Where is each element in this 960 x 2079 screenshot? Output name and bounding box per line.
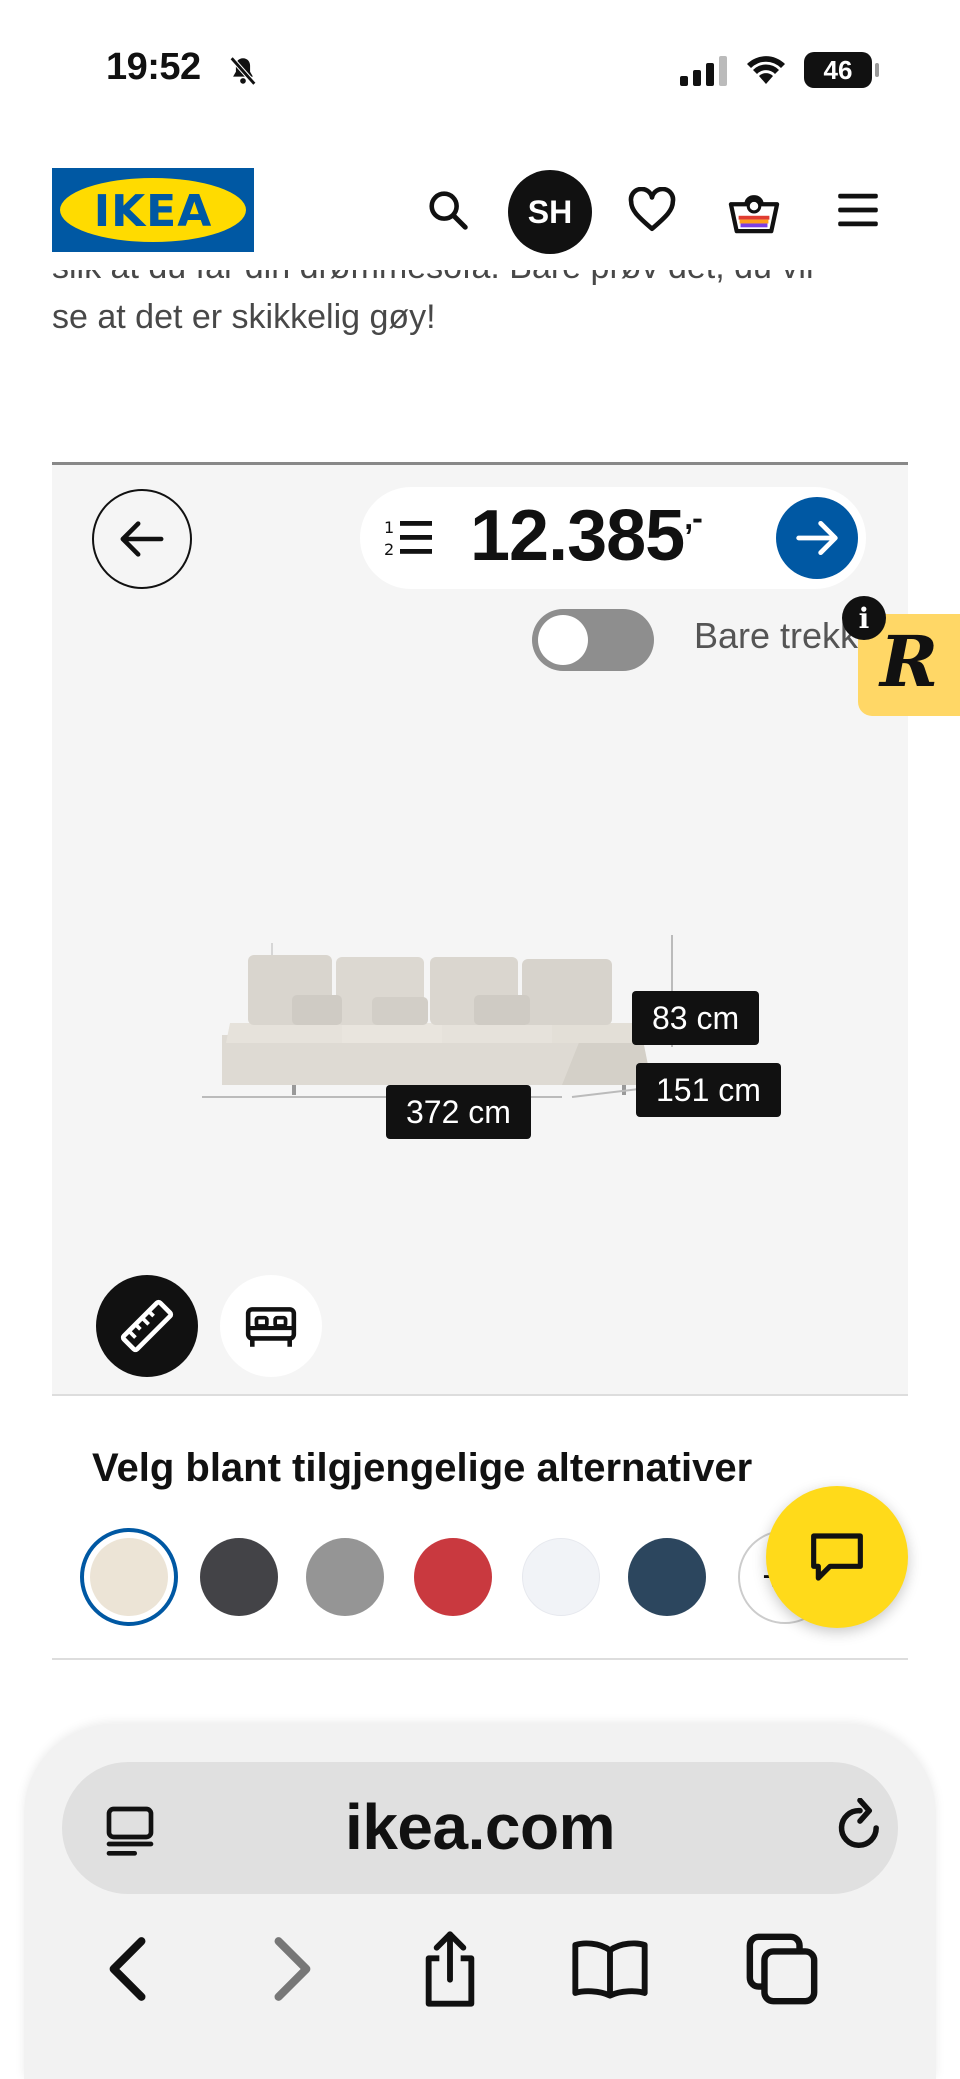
total-price: 12.385,-	[470, 495, 703, 577]
price-suffix: ,-	[684, 500, 703, 536]
search-icon[interactable]	[418, 180, 478, 240]
color-swatch-dark-grey[interactable]	[200, 1538, 278, 1616]
measure-button[interactable]	[96, 1275, 198, 1377]
chat-button[interactable]	[766, 1486, 908, 1628]
back-button[interactable]	[92, 489, 192, 589]
intro-line-2: se at det er skikkelig gøy!	[52, 298, 436, 336]
status-bar: 19:52 46	[0, 0, 960, 140]
share-icon	[425, 1931, 475, 2007]
browser-forward-button[interactable]	[254, 1924, 334, 2014]
bookmarks-button[interactable]	[570, 1924, 650, 2014]
basket-icon[interactable]	[724, 180, 784, 240]
tabs-button[interactable]	[742, 1924, 822, 2014]
address-bar[interactable]: ikea.com	[62, 1762, 898, 1894]
arrow-left-icon	[120, 521, 164, 557]
ikea-logo[interactable]: IKEA	[52, 168, 254, 252]
svg-text:2: 2	[384, 540, 394, 559]
wifi-icon	[747, 56, 785, 84]
clock: 19:52	[106, 46, 201, 88]
color-swatch-grey[interactable]	[306, 1538, 384, 1616]
sofa-configurator: 1 2 12.385,- Bare trekk 372 cm 83 cm 151…	[52, 462, 908, 1396]
browser-back-button[interactable]	[86, 1924, 166, 2014]
covers-only-label: Bare trekk	[694, 615, 859, 656]
section-divider	[52, 1658, 908, 1660]
book-icon	[572, 1940, 648, 1999]
url-text: ikea.com	[345, 1791, 615, 1863]
tabs-icon	[746, 1933, 818, 2005]
heart-icon[interactable]	[622, 180, 682, 240]
r-logo-icon: R	[880, 620, 939, 703]
chat-bubble-icon	[811, 1533, 863, 1581]
ruler-icon	[120, 1299, 174, 1353]
color-swatch-dark-blue[interactable]	[628, 1538, 706, 1616]
price-value: 12.385	[470, 496, 685, 576]
reload-icon[interactable]	[832, 1798, 888, 1858]
svg-text:1: 1	[384, 518, 394, 537]
battery-icon: 46	[804, 52, 879, 88]
menu-icon[interactable]	[828, 180, 888, 240]
info-icon[interactable]: i	[842, 596, 886, 640]
chevron-left-icon	[109, 1937, 146, 2001]
cellular-signal-icon	[680, 56, 727, 86]
browser-nav	[24, 1924, 936, 2024]
color-swatch-beige[interactable]	[80, 1528, 178, 1626]
color-swatch-white[interactable]	[522, 1538, 600, 1616]
logo-text: IKEA	[93, 186, 213, 237]
arrow-right-icon	[796, 520, 838, 556]
toggle-knob	[538, 615, 588, 665]
browser-toolbar: ikea.com	[24, 1724, 936, 2079]
intro-line-1: slik at du får din drømmesofa. Bare prøv…	[52, 270, 912, 292]
site-header: IKEA SH	[0, 150, 960, 270]
continue-button[interactable]	[776, 497, 858, 579]
dimension-width: 372 cm	[386, 1085, 531, 1139]
options-heading: Velg blant tilgjengelige alternativer	[92, 1446, 753, 1490]
covers-only-toggle[interactable]	[532, 609, 654, 671]
bell-slash-icon	[229, 56, 257, 86]
account-avatar[interactable]: SH	[508, 170, 592, 254]
bed-icon	[245, 1307, 297, 1347]
dimension-depth: 151 cm	[636, 1063, 781, 1117]
numbered-list-icon: 1 2	[384, 518, 432, 559]
dimension-height: 83 cm	[632, 991, 760, 1045]
room-view-button[interactable]	[220, 1275, 322, 1377]
intro-text: slik at du får din drømmesofa. Bare prøv…	[52, 270, 912, 380]
color-swatch-red[interactable]	[414, 1538, 492, 1616]
chevron-right-icon	[274, 1937, 311, 2001]
share-button[interactable]	[410, 1924, 490, 2014]
